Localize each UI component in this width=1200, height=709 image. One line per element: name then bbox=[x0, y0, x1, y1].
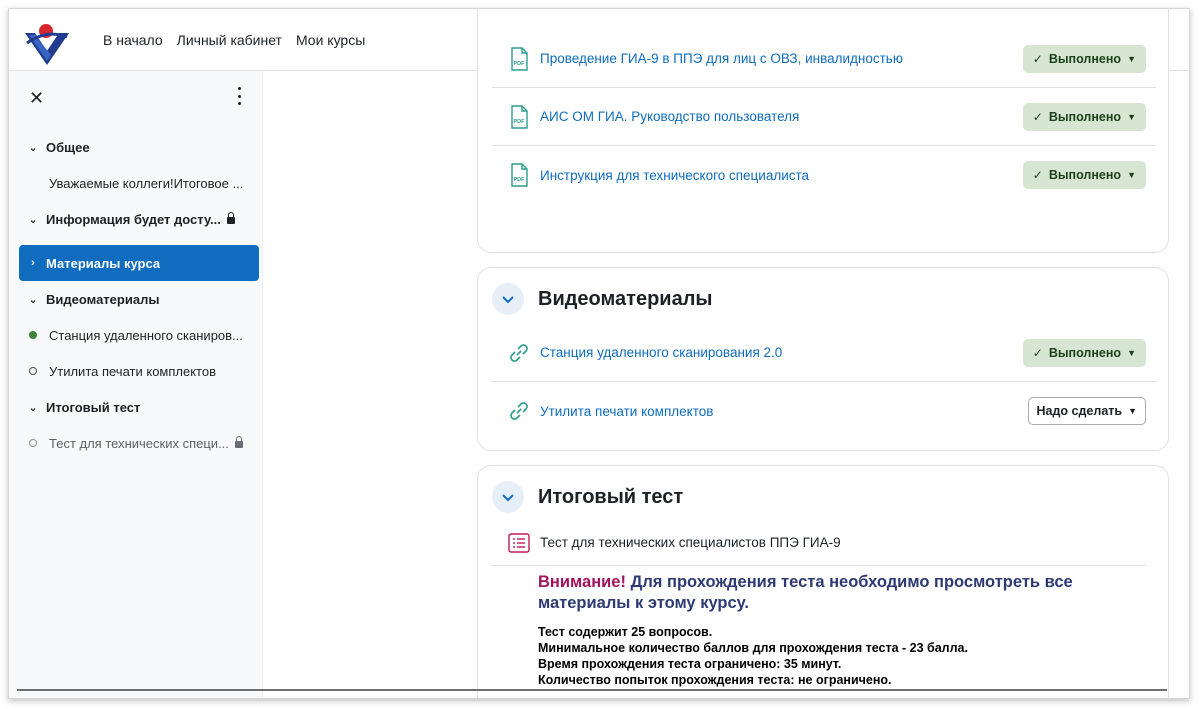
nav-my-courses-link[interactable]: Мои курсы bbox=[296, 32, 365, 48]
activity-label: Уважаемые коллеги!Итоговое ... bbox=[49, 175, 244, 191]
chevron-down-icon[interactable]: ⌄ bbox=[25, 293, 41, 306]
link-icon bbox=[510, 343, 528, 362]
pdf-icon: PDF bbox=[511, 46, 528, 71]
divider bbox=[17, 689, 1167, 691]
activity-row: PDF АИС ОМ ГИА. Руководство пользователя… bbox=[492, 88, 1156, 146]
nav-home-link[interactable]: В начало bbox=[103, 32, 163, 48]
section-title: Итоговый тест bbox=[538, 485, 684, 508]
activity-row: Тест для технических специалистов ППЭ ГИ… bbox=[492, 520, 1146, 566]
status-label: Надо сделать bbox=[1036, 404, 1123, 418]
completion-status-button[interactable]: ✓ Выполнено ▼ bbox=[1022, 102, 1146, 131]
section-label: Итоговый тест bbox=[46, 399, 141, 415]
section-label: Материалы курса bbox=[46, 255, 161, 271]
status-label: Выполнено bbox=[1048, 168, 1122, 182]
test-rule: Минимальное количество баллов для прохож… bbox=[538, 641, 968, 655]
status-label: Выполнено bbox=[1048, 345, 1122, 360]
kebab-menu-icon[interactable] bbox=[235, 87, 243, 105]
chevron-down-icon[interactable]: ⌄ bbox=[25, 401, 41, 414]
lock-icon bbox=[234, 435, 243, 448]
activity-row: Станция удаленного сканирования 2.0 ✓ Вы… bbox=[492, 324, 1156, 382]
section-label: Информация будет досту... bbox=[46, 211, 221, 227]
course-index-activity[interactable]: Утилита печати комплектов bbox=[19, 353, 259, 389]
check-icon: ✓ bbox=[1032, 345, 1043, 360]
course-index-drawer: ✕ ⌄ Общее Уважаемые коллеги!Итоговое ...… bbox=[9, 71, 263, 698]
section-card-materials: PDF Проведение ГИА-9 в ППЭ для лиц с ОВЗ… bbox=[477, 9, 1169, 253]
activity-title: Тест для технических специалистов ППЭ ГИ… bbox=[540, 535, 841, 550]
test-rules: Тест содержит 25 вопросов. Минимальное к… bbox=[538, 624, 1146, 688]
pdf-icon: PDF bbox=[511, 104, 528, 129]
svg-text:PDF: PDF bbox=[514, 61, 526, 67]
course-index-section-general[interactable]: ⌄ Общее bbox=[19, 129, 259, 165]
course-index-section-video[interactable]: ⌄ Видеоматериалы bbox=[19, 281, 259, 317]
check-icon: ✓ bbox=[1032, 51, 1043, 66]
primary-navigation: В начало Личный кабинет Мои курсы bbox=[103, 9, 365, 71]
test-description: Внимание! Для прохождения теста необходи… bbox=[538, 572, 1146, 688]
quiz-icon bbox=[508, 532, 530, 553]
section-header: Итоговый тест bbox=[492, 480, 683, 514]
chevron-down-icon: ▼ bbox=[1127, 111, 1136, 122]
course-index-activity[interactable]: Станция удаленного сканиров... bbox=[19, 317, 259, 353]
chevron-down-icon: ▼ bbox=[1127, 170, 1136, 180]
completion-status-button[interactable]: ✓ Выполнено ▼ bbox=[1022, 338, 1146, 367]
course-index-section-test[interactable]: ⌄ Итоговый тест bbox=[19, 389, 259, 425]
section-label: Общее bbox=[46, 139, 90, 155]
course-index-activity[interactable]: Уважаемые коллеги!Итоговое ... bbox=[19, 165, 259, 201]
chevron-down-icon bbox=[502, 494, 514, 502]
section-card-video: Видеоматериалы Станция удаленного сканир… bbox=[477, 267, 1169, 451]
activity-label: Станция удаленного сканиров... bbox=[49, 327, 243, 343]
completion-todo-icon bbox=[29, 367, 37, 375]
completion-status-button[interactable]: Надо сделать ▼ bbox=[1027, 397, 1146, 425]
chevron-down-icon[interactable]: ⌄ bbox=[25, 213, 41, 226]
lock-icon bbox=[226, 211, 235, 224]
test-rule: Количество попыток прохождения теста: не… bbox=[538, 673, 892, 687]
site-logo[interactable] bbox=[23, 19, 71, 67]
pdf-icon: PDF bbox=[511, 163, 528, 187]
section-collapse-toggle[interactable] bbox=[492, 481, 524, 513]
completion-status-button[interactable]: ✓ Выполнено ▼ bbox=[1022, 44, 1146, 73]
chevron-down-icon: ▼ bbox=[1128, 406, 1137, 416]
completion-locked-icon bbox=[29, 439, 37, 447]
course-index-activity[interactable]: Тест для технических специ... bbox=[19, 425, 259, 461]
test-rule: Тест содержит 25 вопросов. bbox=[538, 625, 713, 639]
chevron-right-icon[interactable]: › bbox=[25, 257, 41, 269]
browser-frame: В начало Личный кабинет Мои курсы ✕ ⌄ Об… bbox=[8, 8, 1190, 699]
attention-message: Внимание! Для прохождения теста необходи… bbox=[538, 572, 1146, 614]
link-icon bbox=[510, 402, 528, 420]
completion-done-icon bbox=[29, 331, 37, 339]
course-index-section-info[interactable]: ⌄ Информация будет досту... bbox=[19, 201, 259, 237]
svg-text:PDF: PDF bbox=[514, 177, 526, 183]
attention-label: Внимание! bbox=[538, 573, 626, 591]
section-header: Видеоматериалы bbox=[492, 282, 713, 316]
svg-text:PDF: PDF bbox=[514, 119, 526, 125]
status-label: Выполнено bbox=[1048, 51, 1122, 66]
test-rule: Время прохождения теста ограничено: 35 м… bbox=[538, 657, 842, 671]
close-icon[interactable]: ✕ bbox=[29, 89, 44, 107]
section-card-test: Итоговый тест Тест для технических специ… bbox=[477, 465, 1169, 698]
section-label: Видеоматериалы bbox=[46, 291, 160, 307]
course-index-section-materials[interactable]: › Материалы курса bbox=[19, 245, 259, 281]
chevron-down-icon: ▼ bbox=[1127, 53, 1136, 64]
check-icon: ✓ bbox=[1032, 168, 1043, 182]
completion-status-button[interactable]: ✓ Выполнено ▼ bbox=[1022, 161, 1146, 189]
section-title: Видеоматериалы bbox=[538, 287, 713, 310]
section-collapse-toggle[interactable] bbox=[492, 283, 524, 315]
activity-row: PDF Проведение ГИА-9 в ППЭ для лиц с ОВЗ… bbox=[492, 30, 1156, 88]
chevron-down-icon: ▼ bbox=[1127, 347, 1136, 358]
chevron-down-icon[interactable]: ⌄ bbox=[25, 141, 41, 154]
status-label: Выполнено bbox=[1048, 109, 1122, 124]
nav-dashboard-link[interactable]: Личный кабинет bbox=[177, 32, 282, 48]
check-icon: ✓ bbox=[1032, 109, 1043, 124]
activity-row: PDF Инструкция для технического специали… bbox=[492, 146, 1156, 204]
chevron-down-icon bbox=[502, 296, 514, 304]
activity-label: Утилита печати комплектов bbox=[49, 363, 216, 379]
activity-label: Тест для технических специ... bbox=[49, 435, 229, 451]
activity-row: Утилита печати комплектов Надо сделать ▼ bbox=[492, 382, 1156, 440]
